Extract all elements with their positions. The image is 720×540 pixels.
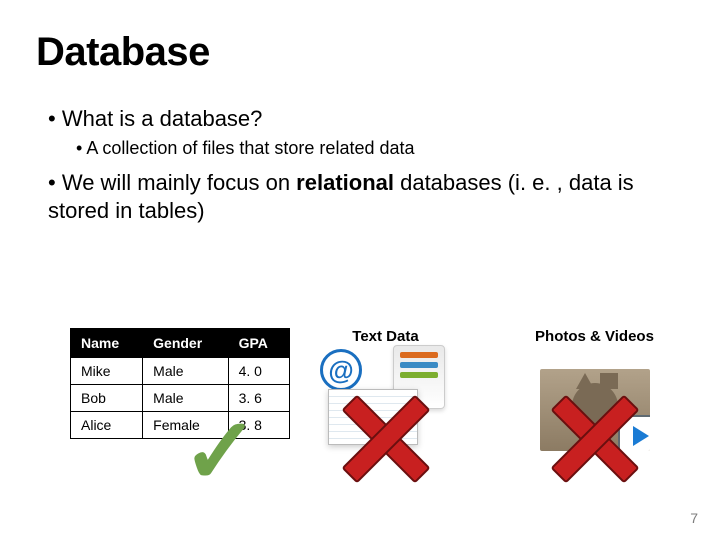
media-column: Photos & Videos: [499, 328, 690, 465]
table-cell: Male: [143, 358, 228, 385]
bullet-focus-bold: relational: [296, 170, 394, 195]
page-number: 7: [690, 510, 698, 526]
table-cell: Female: [143, 412, 228, 439]
media-label: Photos & Videos: [499, 328, 690, 345]
bullet-question: What is a database?: [48, 105, 690, 133]
table-cell: 4. 0: [228, 358, 289, 385]
table-header: GPA: [228, 329, 289, 358]
spreadsheet-icon: [328, 389, 418, 445]
bullet-answer: A collection of files that store related…: [76, 137, 690, 160]
media-icons: [499, 355, 690, 465]
table-header: Gender: [143, 329, 228, 358]
bullet-list: What is a database? A collection of file…: [48, 105, 690, 224]
table-row: Alice Female 3. 8: [71, 412, 290, 439]
table-cell: 3. 6: [228, 385, 289, 412]
table-cell: Bob: [71, 385, 143, 412]
table-header-row: Name Gender GPA: [71, 329, 290, 358]
at-sign-icon: @: [320, 349, 362, 391]
text-data-icons: @: [290, 355, 481, 465]
table-header: Name: [71, 329, 143, 358]
bullet-focus: We will mainly focus on relational datab…: [48, 169, 690, 224]
text-data-column: Text Data @: [290, 328, 481, 465]
example-table: Name Gender GPA Mike Male 4. 0 Bob Male …: [70, 328, 290, 439]
table-cell: Male: [143, 385, 228, 412]
content-row: Name Gender GPA Mike Male 4. 0 Bob Male …: [70, 328, 690, 465]
text-data-label: Text Data: [290, 328, 481, 345]
table-cell: Alice: [71, 412, 143, 439]
bullet-focus-pre: We will mainly focus on: [62, 170, 296, 195]
slide-title: Database: [36, 30, 690, 75]
cat-photo-icon: [540, 369, 650, 451]
table-row: Bob Male 3. 6: [71, 385, 290, 412]
slide: Database What is a database? A collectio…: [0, 0, 720, 540]
video-play-icon: [618, 415, 650, 451]
table-cell: 3. 8: [228, 412, 289, 439]
example-table-wrap: Name Gender GPA Mike Male 4. 0 Bob Male …: [70, 328, 290, 439]
table-cell: Mike: [71, 358, 143, 385]
table-row: Mike Male 4. 0: [71, 358, 290, 385]
